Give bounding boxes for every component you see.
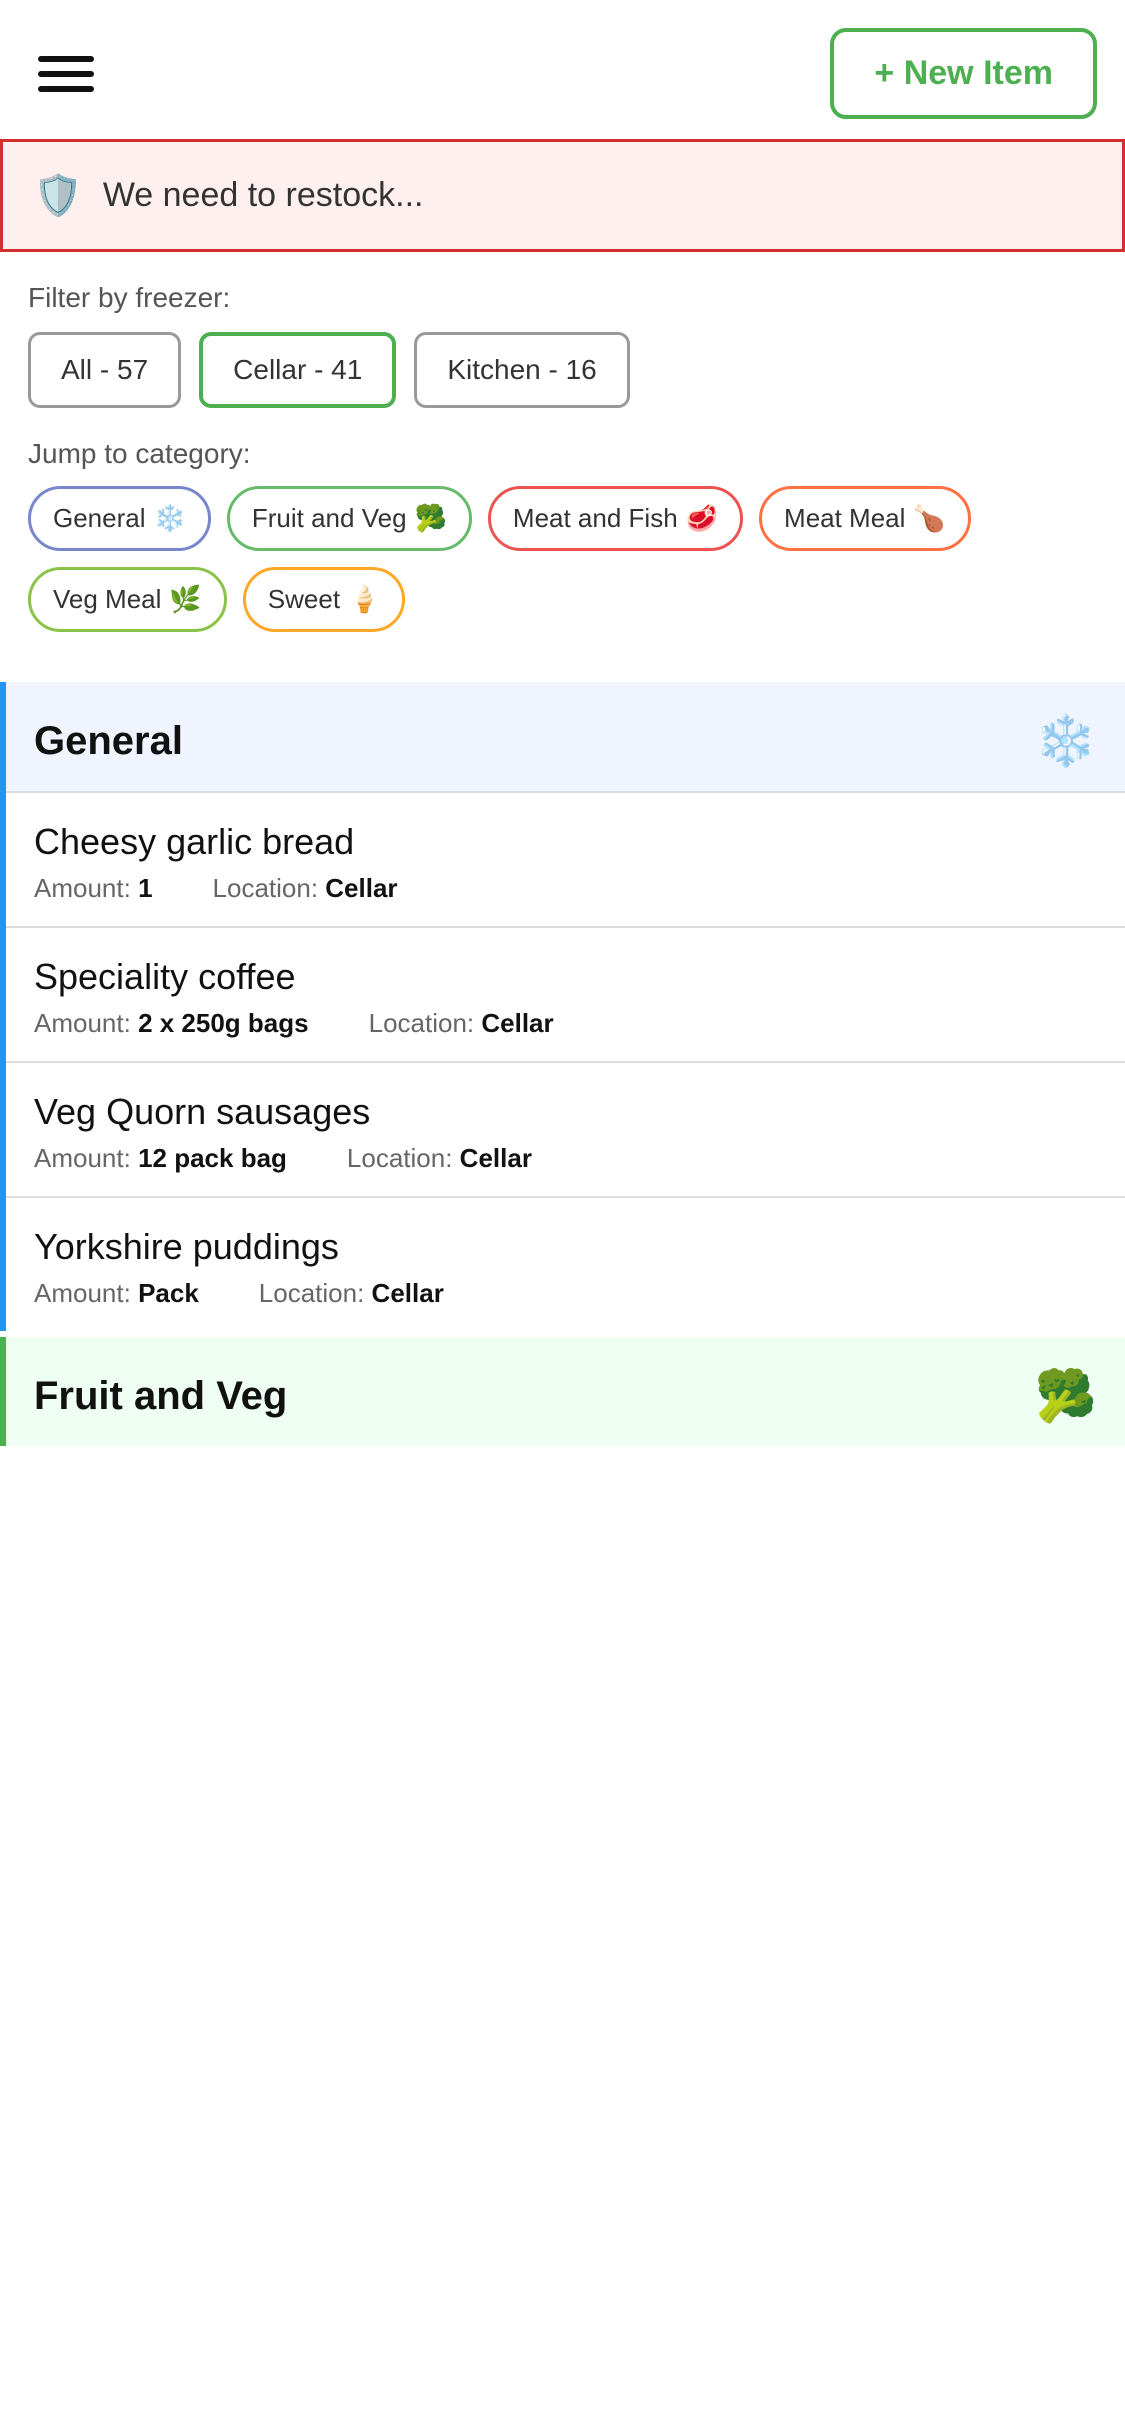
filter-buttons: All - 57 Cellar - 41 Kitchen - 16: [28, 332, 1097, 408]
meat-fish-emoji: 🥩: [686, 503, 718, 534]
sweet-emoji: 🍦: [348, 584, 380, 615]
location-label: Location: Cellar: [259, 1278, 444, 1309]
amount-value: 12 pack bag: [138, 1143, 287, 1173]
amount-label: Amount: 2 x 250g bags: [34, 1008, 309, 1039]
list-item[interactable]: Cheesy garlic bread Amount: 1 Location: …: [6, 791, 1125, 926]
location-value: Cellar: [372, 1278, 444, 1308]
location-label: Location: Cellar: [347, 1143, 532, 1174]
general-header: General ❄️: [6, 682, 1125, 791]
general-emoji: ❄️: [154, 503, 186, 534]
item-meta: Amount: Pack Location: Cellar: [34, 1278, 1097, 1309]
fruit-label: Fruit and Veg: [252, 503, 407, 534]
list-item[interactable]: Veg Quorn sausages Amount: 12 pack bag L…: [6, 1061, 1125, 1196]
cat-btn-veg-meal[interactable]: Veg Meal 🌿: [28, 567, 227, 632]
fruit-header: Fruit and Veg 🥦: [6, 1337, 1125, 1446]
filter-section: Filter by freezer: All - 57 Cellar - 41 …: [0, 282, 1125, 652]
amount-label: Amount: Pack: [34, 1278, 199, 1309]
item-name: Veg Quorn sausages: [34, 1091, 1097, 1133]
list-item[interactable]: Speciality coffee Amount: 2 x 250g bags …: [6, 926, 1125, 1061]
cat-btn-fruit[interactable]: Fruit and Veg 🥦: [227, 486, 472, 551]
location-value: Cellar: [460, 1143, 532, 1173]
filter-cellar[interactable]: Cellar - 41: [199, 332, 396, 408]
category-nav-label: Jump to category:: [28, 438, 1097, 470]
item-meta: Amount: 1 Location: Cellar: [34, 873, 1097, 904]
general-title: General: [34, 719, 183, 764]
filter-kitchen[interactable]: Kitchen - 16: [414, 332, 629, 408]
sweet-label: Sweet: [268, 584, 340, 615]
cat-btn-meat-meal[interactable]: Meat Meal 🍗: [759, 486, 971, 551]
amount-label: Amount: 12 pack bag: [34, 1143, 287, 1174]
hamburger-icon: [38, 56, 94, 92]
amount-value: 1: [138, 873, 152, 903]
filter-all[interactable]: All - 57: [28, 332, 181, 408]
fruit-title: Fruit and Veg: [34, 1374, 287, 1419]
item-name: Cheesy garlic bread: [34, 821, 1097, 863]
alert-banner: 🛡️ We need to restock...: [0, 139, 1125, 252]
amount-value: Pack: [138, 1278, 199, 1308]
cat-btn-general[interactable]: General ❄️: [28, 486, 211, 551]
general-section-emoji: ❄️: [1035, 712, 1097, 771]
amount-label: Amount: 1: [34, 873, 153, 904]
location-value: Cellar: [325, 873, 397, 903]
item-name: Speciality coffee: [34, 956, 1097, 998]
header: + New Item: [0, 0, 1125, 139]
amount-value: 2 x 250g bags: [138, 1008, 309, 1038]
content-area: General ❄️ Cheesy garlic bread Amount: 1…: [0, 682, 1125, 1446]
item-meta: Amount: 12 pack bag Location: Cellar: [34, 1143, 1097, 1174]
alert-text: We need to restock...: [103, 176, 424, 215]
meat-meal-emoji: 🍗: [913, 503, 945, 534]
list-item[interactable]: Yorkshire puddings Amount: Pack Location…: [6, 1196, 1125, 1331]
fruit-emoji: 🥦: [415, 503, 447, 534]
location-value: Cellar: [481, 1008, 553, 1038]
cat-btn-sweet[interactable]: Sweet 🍦: [243, 567, 406, 632]
item-name: Yorkshire puddings: [34, 1226, 1097, 1268]
veg-meal-emoji: 🌿: [169, 584, 201, 615]
alert-icon: 🛡️: [33, 172, 83, 219]
new-item-button[interactable]: + New Item: [830, 28, 1097, 119]
fruit-section: Fruit and Veg 🥦: [0, 1337, 1125, 1446]
location-label: Location: Cellar: [369, 1008, 554, 1039]
veg-meal-label: Veg Meal: [53, 584, 161, 615]
cat-btn-meat-fish[interactable]: Meat and Fish 🥩: [488, 486, 743, 551]
filter-label: Filter by freezer:: [28, 282, 1097, 314]
fruit-section-emoji: 🥦: [1035, 1367, 1097, 1426]
general-label: General: [53, 503, 146, 534]
category-nav-buttons: General ❄️ Fruit and Veg 🥦 Meat and Fish…: [28, 486, 1097, 632]
meat-fish-label: Meat and Fish: [513, 503, 678, 534]
meat-meal-label: Meat Meal: [784, 503, 905, 534]
location-label: Location: Cellar: [213, 873, 398, 904]
general-section: General ❄️ Cheesy garlic bread Amount: 1…: [0, 682, 1125, 1331]
item-meta: Amount: 2 x 250g bags Location: Cellar: [34, 1008, 1097, 1039]
menu-button[interactable]: [28, 46, 104, 102]
